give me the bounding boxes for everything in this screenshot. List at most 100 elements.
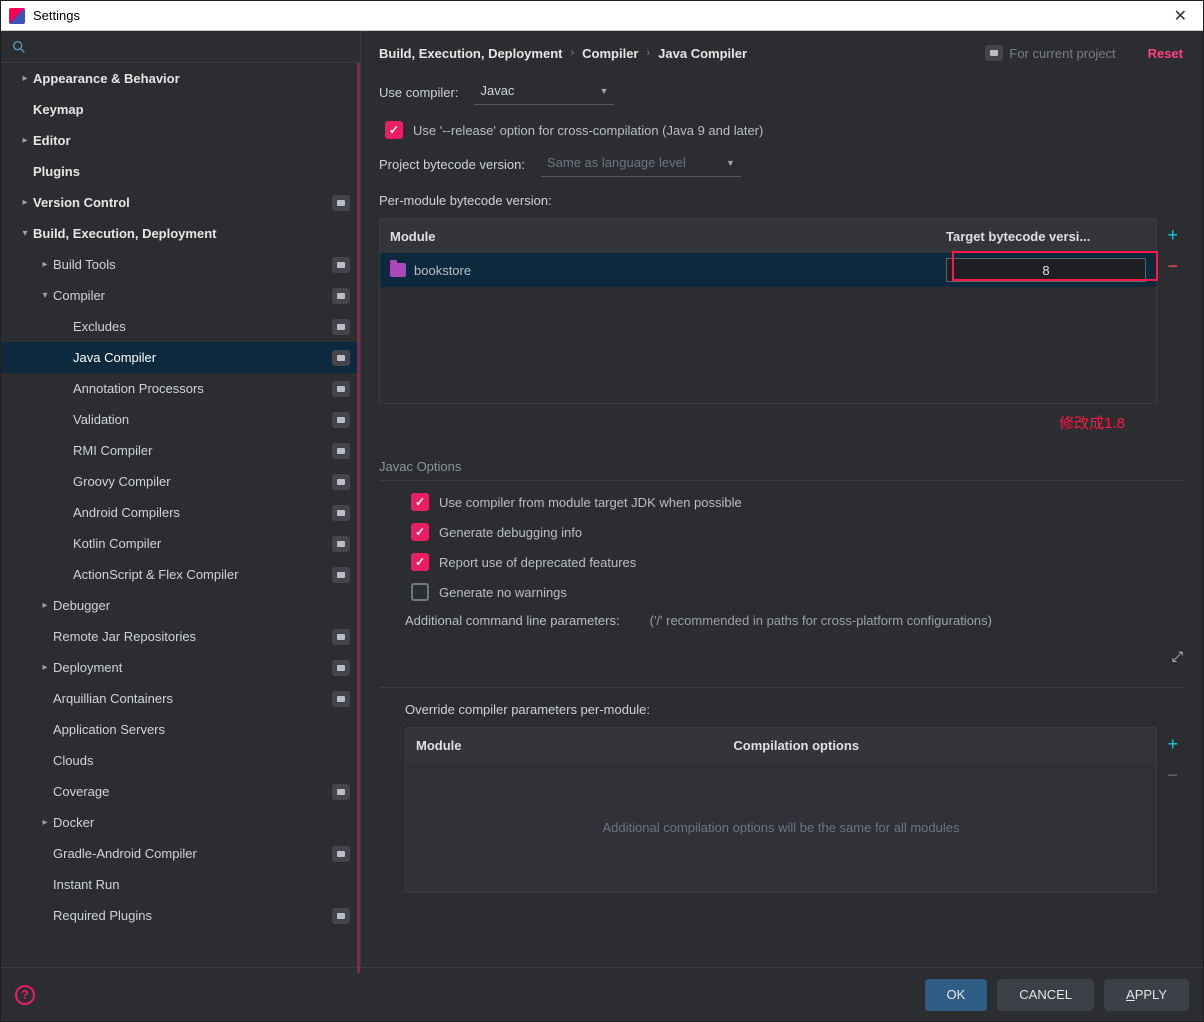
sidebar-item-label: Required Plugins [53, 908, 332, 923]
sidebar-item-appearance-behavior[interactable]: ▸Appearance & Behavior [1, 63, 360, 94]
sidebar-item-plugins[interactable]: Plugins [1, 156, 360, 187]
sidebar-item-label: Editor [33, 133, 350, 148]
sidebar-item-application-servers[interactable]: Application Servers [1, 714, 360, 745]
sidebar-search[interactable] [1, 31, 360, 63]
arrow-spacer [37, 846, 53, 862]
sidebar-item-android-compilers[interactable]: Android Compilers [1, 497, 360, 528]
chevron-right-icon[interactable]: ▸ [37, 598, 53, 614]
sidebar-item-validation[interactable]: Validation [1, 404, 360, 435]
close-icon[interactable]: ✕ [1166, 2, 1195, 30]
annotation-text: 修改成1.8 [379, 412, 1185, 433]
col-module[interactable]: Module [390, 229, 946, 244]
project-scope-icon [332, 443, 350, 459]
release-option-row[interactable]: Use '--release' option for cross-compila… [379, 121, 1185, 139]
dialog-footer: ? OK CANCEL APPLY [1, 967, 1203, 1021]
sidebar-item-required-plugins[interactable]: Required Plugins [1, 900, 360, 931]
apply-underline: A [1126, 987, 1135, 1002]
chevron-right-icon[interactable]: ▸ [37, 660, 53, 676]
help-icon[interactable]: ? [15, 985, 35, 1005]
ok-button[interactable]: OK [925, 979, 988, 1011]
sidebar-item-build-tools[interactable]: ▸Build Tools [1, 249, 360, 280]
chevron-right-icon[interactable]: ▸ [17, 133, 33, 149]
javac-opt1-checkbox[interactable] [411, 493, 429, 511]
sidebar-item-actionscript-flex-compiler[interactable]: ActionScript & Flex Compiler [1, 559, 360, 590]
override-col-module[interactable]: Module [416, 738, 733, 753]
sidebar-item-groovy-compiler[interactable]: Groovy Compiler [1, 466, 360, 497]
chevron-right-icon[interactable]: ▸ [17, 71, 33, 87]
project-scope-icon [332, 319, 350, 335]
project-scope-icon [332, 257, 350, 273]
remove-override-button[interactable]: − [1167, 765, 1178, 786]
javac-opt4-checkbox[interactable] [411, 583, 429, 601]
settings-tree[interactable]: ▸Appearance & BehaviorKeymap▸EditorPlugi… [1, 63, 360, 967]
use-compiler-select[interactable]: Javac ▼ [474, 79, 614, 105]
col-target[interactable]: Target bytecode versi... [946, 229, 1146, 244]
table-row[interactable]: bookstore 8 [380, 253, 1156, 287]
sidebar-item-label: Excludes [73, 319, 332, 334]
override-col-opts[interactable]: Compilation options [733, 738, 1146, 753]
javac-opt3-checkbox[interactable] [411, 553, 429, 571]
breadcrumb-root[interactable]: Build, Execution, Deployment [379, 46, 562, 61]
sidebar-item-label: Gradle-Android Compiler [53, 846, 332, 861]
remove-row-button[interactable]: − [1167, 256, 1178, 277]
arrow-spacer [57, 412, 73, 428]
chevron-right-icon: › [646, 47, 650, 59]
project-bc-select[interactable]: Same as language level ▼ [541, 151, 741, 177]
module-cell: bookstore [390, 263, 946, 278]
sidebar-item-gradle-android-compiler[interactable]: Gradle-Android Compiler [1, 838, 360, 869]
add-row-button[interactable]: + [1167, 225, 1178, 246]
sidebar-item-editor[interactable]: ▸Editor [1, 125, 360, 156]
arrow-spacer [57, 319, 73, 335]
sidebar-item-version-control[interactable]: ▸Version Control [1, 187, 360, 218]
release-checkbox[interactable] [385, 121, 403, 139]
javac-opt3-label: Report use of deprecated features [439, 555, 636, 570]
override-tools: + − [1167, 734, 1178, 786]
javac-opt1-row[interactable]: Use compiler from module target JDK when… [405, 493, 1185, 511]
target-bc-input[interactable]: 8 [946, 258, 1146, 282]
sidebar-item-debugger[interactable]: ▸Debugger [1, 590, 360, 621]
sidebar-item-deployment[interactable]: ▸Deployment [1, 652, 360, 683]
apply-rest: PPLY [1135, 987, 1167, 1002]
sidebar-item-label: Remote Jar Repositories [53, 629, 332, 644]
breadcrumb-mid[interactable]: Compiler [582, 46, 638, 61]
chevron-down-icon[interactable]: ▾ [37, 288, 53, 304]
arrow-spacer [17, 164, 33, 180]
sidebar-item-excludes[interactable]: Excludes [1, 311, 360, 342]
params-label: Additional command line parameters: [405, 613, 620, 628]
breadcrumb: Build, Execution, Deployment › Compiler … [379, 45, 1185, 61]
javac-opt3-row[interactable]: Report use of deprecated features [405, 553, 1185, 571]
sidebar-item-docker[interactable]: ▸Docker [1, 807, 360, 838]
chevron-right-icon: › [570, 47, 574, 59]
divider [379, 687, 1185, 688]
chevron-down-icon[interactable]: ▾ [17, 226, 33, 242]
per-module-table: Module Target bytecode versi... bookstor… [379, 218, 1157, 404]
sidebar-item-coverage[interactable]: Coverage [1, 776, 360, 807]
sidebar-item-label: Java Compiler [73, 350, 332, 365]
sidebar-item-build-execution-deployment[interactable]: ▾Build, Execution, Deployment [1, 218, 360, 249]
sidebar-item-kotlin-compiler[interactable]: Kotlin Compiler [1, 528, 360, 559]
chevron-right-icon[interactable]: ▸ [17, 195, 33, 211]
apply-button[interactable]: APPLY [1104, 979, 1189, 1011]
reset-link[interactable]: Reset [1148, 46, 1183, 61]
sidebar-item-annotation-processors[interactable]: Annotation Processors [1, 373, 360, 404]
sidebar-item-instant-run[interactable]: Instant Run [1, 869, 360, 900]
sidebar-item-keymap[interactable]: Keymap [1, 94, 360, 125]
chevron-right-icon[interactable]: ▸ [37, 815, 53, 831]
javac-opt2-row[interactable]: Generate debugging info [405, 523, 1185, 541]
sidebar-item-rmi-compiler[interactable]: RMI Compiler [1, 435, 360, 466]
override-table-header: Module Compilation options [406, 728, 1156, 762]
javac-opt2-label: Generate debugging info [439, 525, 582, 540]
release-label: Use '--release' option for cross-compila… [413, 123, 763, 138]
sidebar-item-compiler[interactable]: ▾Compiler [1, 280, 360, 311]
javac-opt4-row[interactable]: Generate no warnings [405, 583, 1185, 601]
sidebar-item-java-compiler[interactable]: Java Compiler [1, 342, 360, 373]
chevron-right-icon[interactable]: ▸ [37, 257, 53, 273]
javac-opt2-checkbox[interactable] [411, 523, 429, 541]
sidebar-item-arquillian-containers[interactable]: Arquillian Containers [1, 683, 360, 714]
sidebar-item-clouds[interactable]: Clouds [1, 745, 360, 776]
cancel-button[interactable]: CANCEL [997, 979, 1094, 1011]
sidebar-item-remote-jar-repositories[interactable]: Remote Jar Repositories [1, 621, 360, 652]
add-override-button[interactable]: + [1167, 734, 1178, 755]
expand-icon[interactable]: ⤢ [379, 644, 1185, 673]
project-scope-icon [332, 846, 350, 862]
